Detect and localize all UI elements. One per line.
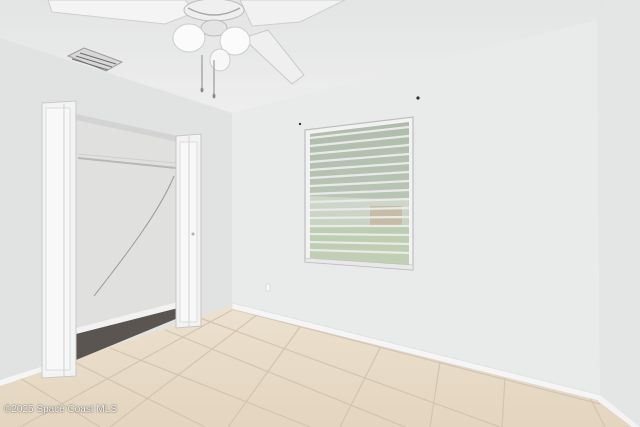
wall-outlet xyxy=(265,283,271,292)
watermark: ©2025 Space Coast MLS xyxy=(4,404,117,415)
room-illustration xyxy=(0,0,640,427)
closet-opening xyxy=(76,114,178,334)
wall-hook xyxy=(416,96,420,100)
closet xyxy=(76,114,178,360)
room-photo: ©2025 Space Coast MLS xyxy=(0,0,640,427)
wall-hook xyxy=(298,122,302,126)
window xyxy=(304,116,414,271)
right-wall xyxy=(597,0,640,427)
